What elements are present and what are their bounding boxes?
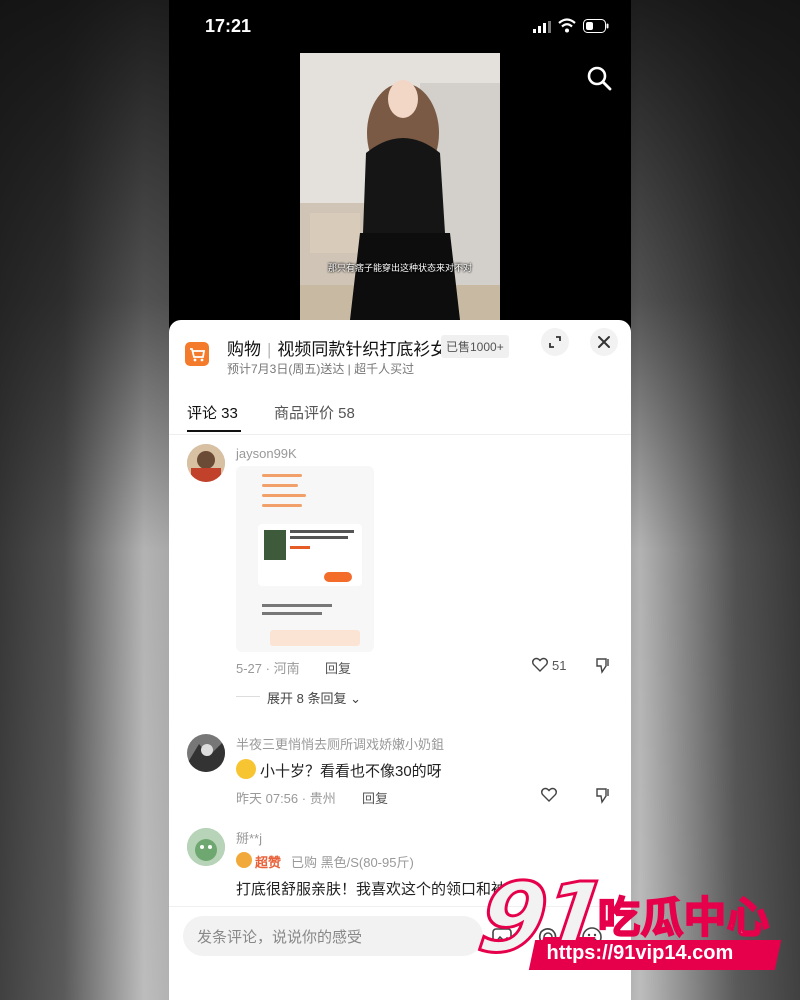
comment-location: 河南 <box>273 661 300 676</box>
close-button[interactable] <box>590 328 618 356</box>
image-thumbnail <box>264 530 286 560</box>
delivery-info: 预计7月3日(周五)送达 | 超千人买过 <box>227 362 415 376</box>
heart-icon[interactable] <box>540 786 558 804</box>
comment-date: 昨天 07:56 <box>236 791 299 806</box>
tab-comments[interactable]: 评论 33 <box>187 402 238 423</box>
reply-button[interactable]: 回复 <box>362 788 388 807</box>
tab-product-reviews[interactable]: 商品评价 58 <box>274 402 355 423</box>
image-text-line <box>262 504 302 507</box>
title-separator: | <box>267 340 272 359</box>
image-product-card <box>258 524 362 586</box>
avatar[interactable] <box>187 828 225 866</box>
avatar[interactable] <box>187 444 225 482</box>
expand-replies-button[interactable]: 展开 8 条回复 ⌄ <box>267 688 361 707</box>
super-like-badge: 超赞 <box>255 855 282 870</box>
dislike-icon[interactable] <box>594 786 612 804</box>
comment-meta: 昨天 07:56 · 贵州 <box>236 791 336 806</box>
wifi-icon <box>558 18 576 33</box>
watermark-logo: 91 吃瓜中心 https://91vip14.com <box>471 861 782 982</box>
video-player[interactable]: 那只有痞子能穿出这种状态来对不对 <box>300 53 500 320</box>
watermark-name: 吃瓜中心 <box>597 893 771 942</box>
product-category: 购物 <box>227 340 261 359</box>
avatar[interactable] <box>187 734 225 772</box>
battery-icon <box>583 19 609 33</box>
avatar-image <box>187 734 225 772</box>
avatar-image <box>187 828 225 866</box>
image-text-line <box>290 530 354 533</box>
product-title: 视频同款针织打底衫女 <box>277 340 448 359</box>
expand-button[interactable] <box>541 328 569 356</box>
product-title-row[interactable]: 购物 | 视频同款针织打底衫女 <box>227 335 447 360</box>
video-frame <box>300 53 500 320</box>
image-text-line <box>262 494 306 497</box>
comment-text: 打底很舒服亲肤！我喜欢这个的领口和袖 <box>236 881 507 898</box>
image-text-line <box>262 484 298 487</box>
comment-username[interactable]: 半夜三更悄悄去厕所调戏娇嫩小奶鉏 <box>236 734 444 753</box>
comment-username[interactable]: 掰**j <box>236 828 262 847</box>
avatar-image <box>187 444 225 482</box>
heart-icon[interactable] <box>531 656 549 674</box>
watermark-url: https://91vip14.com <box>546 942 734 964</box>
image-text-line <box>290 536 348 539</box>
image-text-line <box>262 612 322 615</box>
dislike-icon[interactable] <box>594 656 612 674</box>
comment-date: 5-27 <box>236 661 263 676</box>
video-subtitle: 那只有痞子能穿出这种状态来对不对 <box>327 263 472 273</box>
shopping-cart-icon <box>185 342 209 366</box>
comment-input[interactable]: 发条评论，说说你的感受 <box>183 916 483 956</box>
sold-badge: 已售1000+ <box>441 335 509 358</box>
expand-icon <box>549 336 561 348</box>
laughing-emoji-icon <box>236 759 256 779</box>
comment-input-placeholder: 发条评论，说说你的感受 <box>197 929 363 946</box>
status-time: 17:21 <box>205 16 252 36</box>
tab-bar: 评论 33 商品评价 58 <box>169 394 631 435</box>
image-message-bubble <box>270 630 360 646</box>
watermark-url-band: https://91vip14.com <box>528 940 782 970</box>
purchase-info: 已购 黑色/S(80-95斤) <box>291 855 414 870</box>
active-tab-indicator <box>187 430 241 432</box>
expand-replies-label: 展开 8 条回复 <box>267 691 347 706</box>
cellular-signal-icon <box>533 21 551 33</box>
search-icon[interactable] <box>585 64 613 92</box>
image-buy-button <box>324 572 352 582</box>
image-text-line <box>262 474 302 477</box>
like-count: 51 <box>552 658 567 673</box>
phone-screen: 17:21 那只有痞子能穿出这种状态来对不对 购物 | 视频同款针织打底衫女 已… <box>169 0 631 1000</box>
comment-meta: 5-27 · 河南 <box>236 661 300 676</box>
comment-text: 小十岁？看看也不像30的呀 <box>260 763 442 780</box>
status-bar: 17:21 <box>169 0 631 52</box>
chevron-down-icon: ⌄ <box>350 691 361 706</box>
image-price-line <box>290 546 310 549</box>
comment-image[interactable] <box>236 466 374 652</box>
reply-button[interactable]: 回复 <box>325 658 351 677</box>
close-icon <box>598 336 610 348</box>
expand-divider <box>236 696 260 697</box>
comment-username[interactable]: jayson99K <box>236 446 297 461</box>
super-like-emoji-icon <box>236 852 252 868</box>
image-text-line <box>262 604 332 607</box>
comment-location: 贵州 <box>309 791 336 806</box>
